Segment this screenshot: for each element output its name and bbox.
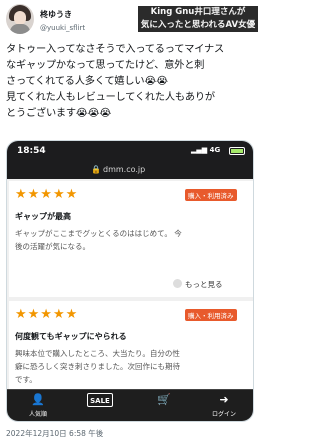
battery-icon <box>229 147 245 155</box>
tweet-header: 柊ゆうき @yuuki_sflirt King Gnu井口理さんが 気に入ったと… <box>0 0 260 40</box>
purchased-badge: 購入・利用済み <box>185 309 237 321</box>
review-card: ★★★★★ 購入・利用済み 何度観てもギャップにやられる 興味本位で購入したとこ… <box>9 301 253 389</box>
headline-line: King Gnu井口理さんが <box>150 7 246 17</box>
person-icon: 👤 <box>31 393 45 406</box>
star-rating: ★★★★★ <box>15 307 79 322</box>
review-body: 興味本位で購入したところ、大当たり。自分の性 癖に恐ろしく突き刺さりました。次回… <box>15 347 243 386</box>
headline-caption: King Gnu井口理さんが 気に入ったと思われるAV女優 <box>138 6 258 32</box>
network-indicator: ▂▄▆ 4G <box>191 146 221 154</box>
star-rating: ★★★★★ <box>15 187 79 202</box>
review-line: 後の活躍が気になる。 <box>15 242 90 251</box>
login-icon: ➜ <box>219 393 229 406</box>
browser-url-bar: 🔒 dmm.co.jp <box>7 161 253 179</box>
tweet-timestamp[interactable]: 2022年12月10日 6:58 午後 <box>6 428 103 439</box>
avatar[interactable] <box>6 4 34 34</box>
headline-line: 気に入ったと思われるAV女優 <box>140 20 256 30</box>
review-title: 何度観てもギャップにやられる <box>15 332 127 341</box>
nav-sale[interactable]: SALE <box>75 393 125 409</box>
review-line: 興味本位で購入したところ、大当たり。自分の性 <box>15 349 180 358</box>
expand-icon <box>173 279 182 288</box>
nav-cart[interactable]: 🛒 <box>139 393 189 409</box>
tweet-line: なギャップかなって思ってたけど、意外と刺 <box>6 60 205 71</box>
tweet-line: タトゥー入ってなさそうで入ってるってマイナス <box>6 44 224 55</box>
more-link[interactable]: もっと見る <box>173 279 223 290</box>
tweet-text: タトゥー入ってなさそうで入ってるってマイナス なギャップかなって思ってたけど、意… <box>6 42 256 122</box>
purchased-badge: 購入・利用済み <box>185 189 237 201</box>
signal-icon: ▂▄▆ <box>191 146 210 154</box>
display-name[interactable]: 柊ゆうき <box>40 9 72 20</box>
review-line: ギャップがここまでグッとくるのははじめて。 今 <box>15 229 182 238</box>
review-list: ★★★★★ 購入・利用済み ギャップが最高 ギャップがここまでグッとくるのははじ… <box>7 179 253 389</box>
url-text: dmm.co.jp <box>103 165 146 174</box>
tweet-line: さってくれてる人多くて嬉しい😭😭 <box>6 76 168 87</box>
nav-popular[interactable]: 👤 人気順 <box>13 393 63 418</box>
review-line: です。 <box>15 375 37 384</box>
review-body: ギャップがここまでグッとくるのははじめて。 今 後の活躍が気になる。 <box>15 227 243 253</box>
review-card: ★★★★★ 購入・利用済み ギャップが最高 ギャップがここまでグッとくるのははじ… <box>9 181 253 297</box>
bottom-nav: 👤 人気順 SALE 🛒 ➜ ログイン <box>7 389 253 421</box>
tweet-line: 見てくれた人もレビューしてくれた人もありが <box>6 92 215 103</box>
lock-icon: 🔒 <box>91 165 101 174</box>
user-handle[interactable]: @yuuki_sflirt <box>40 24 85 32</box>
sale-icon: SALE <box>87 393 113 407</box>
phone-status-bar: 18:54 ▂▄▆ 4G <box>7 141 253 161</box>
review-title: ギャップが最高 <box>15 212 71 221</box>
status-time: 18:54 <box>17 146 46 156</box>
cart-icon: 🛒 <box>157 393 171 406</box>
nav-login[interactable]: ➜ ログイン <box>199 393 249 418</box>
attached-screenshot[interactable]: 18:54 ▂▄▆ 4G 🔒 dmm.co.jp ★★★★★ 購入・利用済み ギ… <box>6 140 254 422</box>
tweet-line: とうございます😭😭😭 <box>6 108 112 119</box>
review-line: 癖に恐ろしく突き刺さりました。次回作にも期待 <box>15 362 180 371</box>
